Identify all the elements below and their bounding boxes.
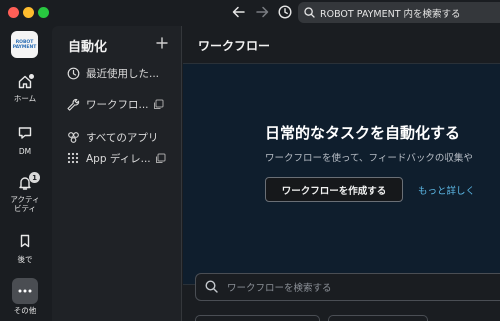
history-clock-icon[interactable] <box>276 3 294 21</box>
rail-item-activity[interactable]: 1 アクティ ビティ <box>0 172 50 213</box>
sidebar-item-label: App ディレ... <box>86 152 151 165</box>
rail-item-more[interactable]: その他 <box>0 278 50 315</box>
close-window-button[interactable] <box>8 7 19 18</box>
page-title: ワークフロー <box>198 39 271 53</box>
workflow-search-placeholder: ワークフローを検索する <box>227 283 332 294</box>
global-search-text: ROBOT PAYMENT 内を検索する <box>320 8 461 20</box>
rail-item-later[interactable]: 後で <box>0 233 50 264</box>
minimize-window-button[interactable] <box>23 7 34 18</box>
learn-more-link[interactable]: もっと詳しく <box>418 183 475 197</box>
rail-label-later: 後で <box>17 255 33 264</box>
back-arrow-icon[interactable] <box>229 3 247 21</box>
plus-icon[interactable] <box>156 34 168 53</box>
rail-item-dm[interactable]: DM <box>0 125 50 156</box>
workflow-search-input[interactable]: ワークフローを検索する <box>195 273 500 301</box>
sidebar-item-label: ワークフロ... <box>86 98 149 111</box>
global-search-bar[interactable]: ROBOT PAYMENT 内を検索する <box>298 2 500 23</box>
open-external-icon[interactable] <box>153 95 164 114</box>
apps-icon <box>66 130 80 144</box>
title-bar: ROBOT PAYMENT 内を検索する <box>0 0 500 26</box>
sidebar-item-recent[interactable]: 最近使用した... <box>66 64 178 82</box>
activity-badge: 1 <box>29 172 40 183</box>
sidebar-item-label: すべてのアプリ <box>86 131 159 144</box>
bookmark-icon <box>17 233 33 253</box>
rail-label-home: ホーム <box>13 94 37 103</box>
rail-label-more: その他 <box>13 306 37 315</box>
grid-icon <box>66 151 80 165</box>
workflow-main-panel: ワークフロー 日常的なタスクを自動化する ワークフローを使って、フィードバックの… <box>183 26 500 321</box>
workspace-logo-line2: PAYMENT <box>12 44 37 50</box>
sidebar-item-workflow[interactable]: ワークフロ... <box>66 95 178 113</box>
forward-arrow-icon[interactable] <box>253 3 271 21</box>
rail-label-activity: アクティ ビティ <box>10 195 40 213</box>
sidebar-title: 自動化 <box>68 40 108 55</box>
automation-sidebar: 自動化 最近使用した... ワークフロ... すべてのアプリ App ディレ..… <box>52 26 182 321</box>
open-external-icon[interactable] <box>155 149 166 168</box>
maximize-window-button[interactable] <box>38 7 49 18</box>
left-rail: ROBOT PAYMENT ホーム DM 1 アクティ ビティ 後で その他 <box>0 26 50 321</box>
hero-subtext: ワークフローを使って、フィードバックの収集や <box>265 153 473 164</box>
rail-label-dm: DM <box>18 147 32 156</box>
search-icon <box>304 3 315 22</box>
workspace-logo[interactable]: ROBOT PAYMENT <box>11 31 38 58</box>
hero-heading: 日常的なタスクを自動化する <box>265 124 461 142</box>
clock-icon <box>66 66 80 80</box>
filter-chip[interactable] <box>328 315 428 321</box>
search-icon <box>205 278 218 297</box>
unread-dot <box>29 74 34 79</box>
dm-icon <box>17 125 33 145</box>
rail-item-home[interactable]: ホーム <box>0 74 50 103</box>
sidebar-item-app-directory[interactable]: App ディレ... <box>66 149 178 167</box>
hero-banner: 日常的なタスクを自動化する ワークフローを使って、フィードバックの収集や ワーク… <box>183 63 500 285</box>
sidebar-item-label: 最近使用した... <box>86 67 160 80</box>
sidebar-item-all-apps[interactable]: すべてのアプリ <box>66 128 178 146</box>
more-dots-icon <box>12 278 38 304</box>
create-workflow-button[interactable]: ワークフローを作成する <box>265 177 403 202</box>
filter-chip[interactable] <box>195 315 320 321</box>
wrench-icon <box>66 97 80 111</box>
